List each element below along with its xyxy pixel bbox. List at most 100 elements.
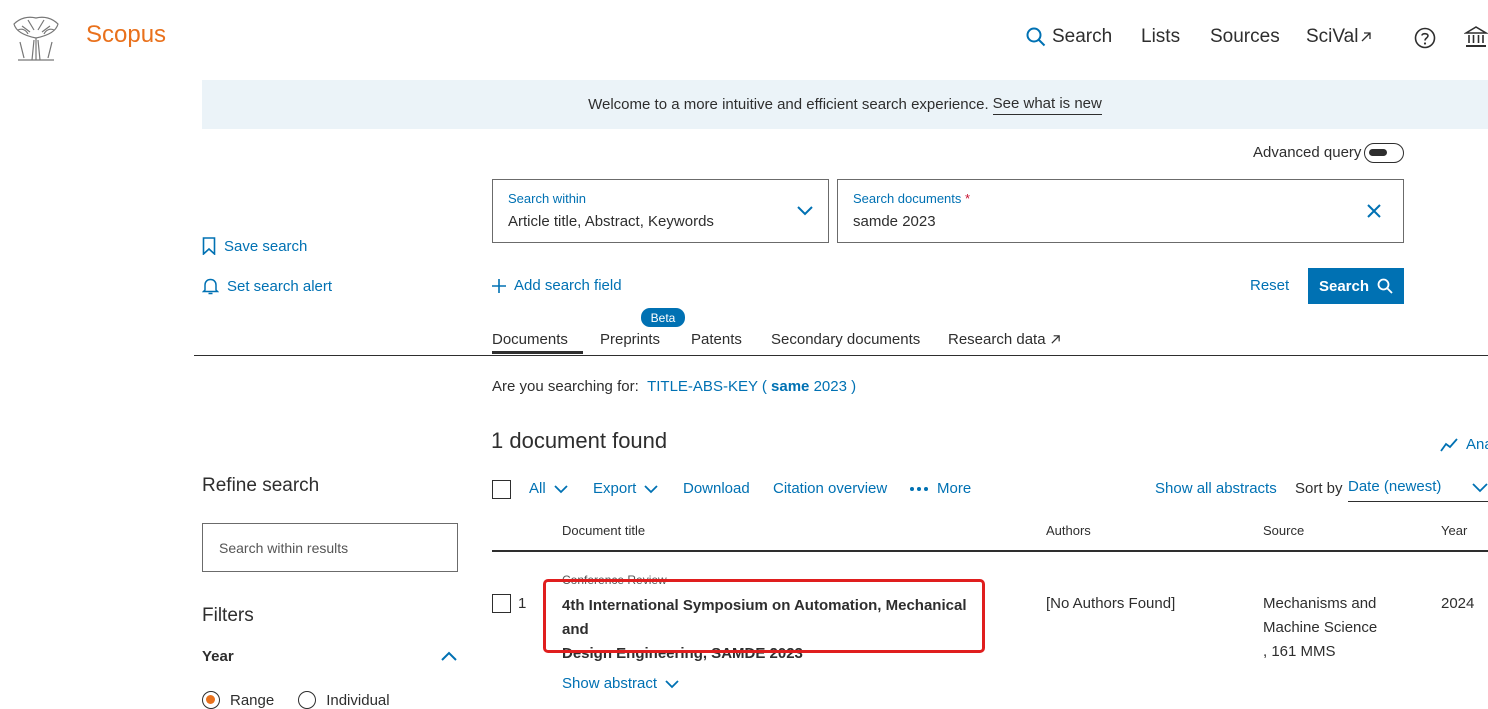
welcome-banner: Welcome to a more intuitive and efficien… xyxy=(202,80,1488,129)
clear-icon[interactable] xyxy=(1367,204,1381,218)
help-icon[interactable] xyxy=(1414,27,1436,49)
chevron-up-icon[interactable] xyxy=(441,650,457,662)
reset-button[interactable]: Reset xyxy=(1250,277,1289,294)
filters-title: Filters xyxy=(202,605,254,626)
analyze-results-link[interactable]: Ana xyxy=(1440,436,1488,453)
row-checkbox[interactable] xyxy=(492,594,511,613)
chevron-down-icon xyxy=(1472,478,1488,501)
results-count: 1 document found xyxy=(491,428,668,453)
col-source[interactable]: Source xyxy=(1263,523,1304,538)
search-documents-label-text: Search documents xyxy=(853,191,962,206)
chevron-down-icon xyxy=(796,204,814,218)
year-filter-label: Year xyxy=(202,648,234,665)
tab-secondary-documents[interactable]: Secondary documents xyxy=(771,331,920,348)
did-you-mean-prefix: Are you searching for: xyxy=(492,378,639,395)
beta-badge: Beta xyxy=(641,308,685,327)
institution-icon[interactable] xyxy=(1464,25,1488,49)
see-what-is-new-link[interactable]: See what is new xyxy=(992,95,1102,115)
nav-search-label: Search xyxy=(1052,26,1113,47)
chevron-down-icon xyxy=(665,679,679,689)
tab-preprints[interactable]: Preprints xyxy=(600,331,660,348)
sort-by-value: Date (newest) xyxy=(1348,478,1442,495)
search-within-results-input[interactable]: Search within results xyxy=(202,523,458,572)
export-dropdown[interactable]: Export xyxy=(593,480,658,497)
advanced-query-label: Advanced query xyxy=(1253,144,1362,161)
tab-research-data[interactable]: Research data xyxy=(948,331,1061,348)
search-within-label: Search within xyxy=(508,191,587,206)
tabs-divider xyxy=(194,355,1488,356)
citation-overview-button[interactable]: Citation overview xyxy=(773,480,887,497)
tab-patents[interactable]: Patents xyxy=(691,331,742,348)
suggested-query-term: same xyxy=(771,378,810,395)
source-line: Mechanisms and xyxy=(1263,595,1377,612)
set-search-alert-label: Set search alert xyxy=(227,277,333,295)
suggested-query-start: TITLE-ABS-KEY ( xyxy=(647,378,767,395)
year-mode-radios: Range Individual xyxy=(202,691,390,709)
tab-research-data-label: Research data xyxy=(948,331,1046,348)
show-abstract-label: Show abstract xyxy=(562,675,658,692)
highlight-box xyxy=(543,579,985,653)
col-year[interactable]: Year xyxy=(1441,523,1467,538)
select-all-dropdown[interactable]: All xyxy=(529,480,568,497)
chevron-down-icon xyxy=(644,484,658,494)
add-search-field-label: Add search field xyxy=(514,277,622,294)
set-search-alert-link[interactable]: Set search alert xyxy=(202,277,332,295)
range-radio-label: Range xyxy=(230,691,275,709)
more-label: More xyxy=(937,480,972,497)
bookmark-icon xyxy=(202,237,216,255)
source-line: , 161 MMS xyxy=(1263,643,1336,660)
scopus-brand[interactable]: Scopus xyxy=(86,21,166,49)
external-link-icon xyxy=(1050,334,1061,345)
row-index: 1 xyxy=(518,595,527,612)
search-documents-label: Search documents * xyxy=(853,191,970,206)
required-marker: * xyxy=(965,191,971,206)
did-you-mean: Are you searching for: TITLE-ABS-KEY ( s… xyxy=(492,378,856,395)
export-label: Export xyxy=(593,480,637,497)
sort-by-label: Sort by xyxy=(1295,480,1343,497)
add-search-field-button[interactable]: Add search field xyxy=(492,277,622,294)
sort-by-select[interactable]: Date (newest) xyxy=(1348,478,1488,502)
trend-line-icon xyxy=(1440,437,1458,452)
col-document-title[interactable]: Document title xyxy=(562,523,645,538)
more-button[interactable]: More xyxy=(909,480,971,497)
show-all-abstracts-button[interactable]: Show all abstracts xyxy=(1155,480,1277,497)
external-link-icon xyxy=(1360,31,1372,43)
search-within-value: Article title, Abstract, Keywords xyxy=(508,213,714,230)
search-within-select[interactable]: Search within Article title, Abstract, K… xyxy=(492,179,829,243)
tab-documents[interactable]: Documents xyxy=(492,331,568,348)
source-line: Machine Science xyxy=(1263,619,1378,636)
nav-sources[interactable]: Sources xyxy=(1210,26,1280,48)
individual-radio-label: Individual xyxy=(326,691,390,709)
nav-search[interactable]: Search xyxy=(1026,26,1112,48)
bell-icon xyxy=(202,277,219,295)
suggested-query-end: 2023 ) xyxy=(813,378,857,395)
search-button[interactable]: Search xyxy=(1308,268,1404,304)
search-icon xyxy=(1377,278,1393,294)
refine-search-title: Refine search xyxy=(202,475,320,496)
table-header-divider xyxy=(492,550,1488,552)
more-dots-icon xyxy=(909,486,929,492)
nav-scival-label: SciVal xyxy=(1306,26,1359,47)
nav-scival[interactable]: SciVal xyxy=(1306,26,1372,48)
advanced-query-toggle[interactable] xyxy=(1364,143,1404,163)
save-search-label: Save search xyxy=(224,237,308,255)
row-year: 2024 xyxy=(1441,595,1475,612)
chevron-down-icon xyxy=(554,484,568,494)
analyze-results-label: Ana xyxy=(1466,436,1488,453)
save-search-link[interactable]: Save search xyxy=(202,237,307,255)
banner-text: Welcome to a more intuitive and efficien… xyxy=(588,96,989,113)
row-authors: [No Authors Found] xyxy=(1046,595,1176,612)
search-documents-field[interactable]: Search documents * samde 2023 xyxy=(837,179,1404,243)
col-authors[interactable]: Authors xyxy=(1046,523,1091,538)
download-button[interactable]: Download xyxy=(683,480,750,497)
range-radio[interactable] xyxy=(202,691,220,709)
search-icon xyxy=(1026,27,1046,47)
row-source[interactable]: Mechanisms and Machine Science , 161 MMS xyxy=(1263,592,1377,664)
search-documents-input[interactable]: samde 2023 xyxy=(853,213,936,230)
nav-lists[interactable]: Lists xyxy=(1141,26,1180,48)
select-all-checkbox[interactable] xyxy=(492,480,511,499)
elsevier-logo-icon[interactable] xyxy=(8,12,64,62)
suggested-query-link[interactable]: TITLE-ABS-KEY ( same 2023 ) xyxy=(643,378,856,395)
show-abstract-button[interactable]: Show abstract xyxy=(562,675,679,692)
individual-radio[interactable] xyxy=(298,691,317,709)
